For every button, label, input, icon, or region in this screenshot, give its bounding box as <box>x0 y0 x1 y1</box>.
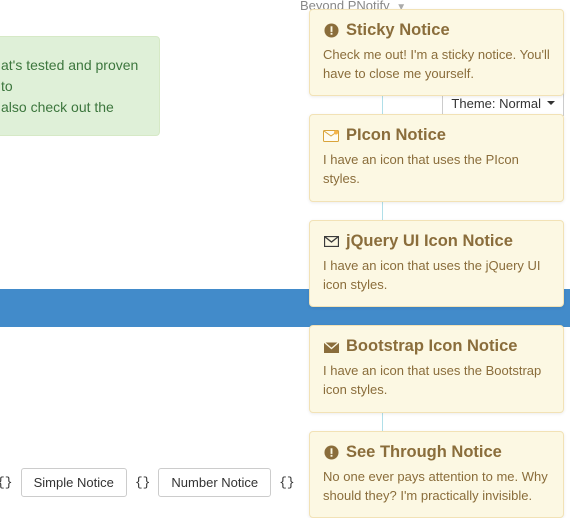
exclamation-icon <box>323 445 339 461</box>
notice-title-text: Bootstrap Icon Notice <box>346 337 517 357</box>
mail-icon <box>323 234 339 250</box>
alert-line: also check out the <box>1 97 149 118</box>
envelope-icon <box>323 339 339 355</box>
simple-notice-button[interactable]: Simple Notice <box>21 468 127 497</box>
notice-see-through[interactable]: See Through Notice No one ever pays atte… <box>309 431 564 518</box>
notice-body: Check me out! I'm a sticky notice. You'l… <box>323 46 550 84</box>
number-notice-button[interactable]: Number Notice <box>158 468 271 497</box>
notice-sticky[interactable]: Sticky Notice Check me out! I'm a sticky… <box>309 9 564 96</box>
notice-stack: Sticky Notice Check me out! I'm a sticky… <box>309 9 564 518</box>
code-brace: {} <box>133 475 153 490</box>
alert-success: at's tested and proven to also check out… <box>0 36 160 136</box>
notice-jquery-ui[interactable]: jQuery UI Icon Notice I have an icon tha… <box>309 220 564 307</box>
exclamation-icon <box>323 23 339 39</box>
notice-title-text: Sticky Notice <box>346 21 450 41</box>
button-row: {} Simple Notice {} Number Notice {} <box>0 468 297 497</box>
notice-body: I have an icon that uses the jQuery UI i… <box>323 257 550 295</box>
notice-body: I have an icon that uses the PIcon style… <box>323 151 550 189</box>
code-brace: {} <box>277 475 297 490</box>
notice-bootstrap[interactable]: Bootstrap Icon Notice I have an icon tha… <box>309 325 564 412</box>
notice-title-text: jQuery UI Icon Notice <box>346 232 513 252</box>
alert-line: at's tested and proven to <box>1 55 149 97</box>
notice-title-text: See Through Notice <box>346 443 502 463</box>
notice-picon[interactable]: PIcon Notice I have an icon that uses th… <box>309 114 564 201</box>
notice-title-text: PIcon Notice <box>346 126 446 146</box>
notice-body: I have an icon that uses the Bootstrap i… <box>323 362 550 400</box>
mail-icon <box>323 128 339 144</box>
code-brace: {} <box>0 475 15 490</box>
